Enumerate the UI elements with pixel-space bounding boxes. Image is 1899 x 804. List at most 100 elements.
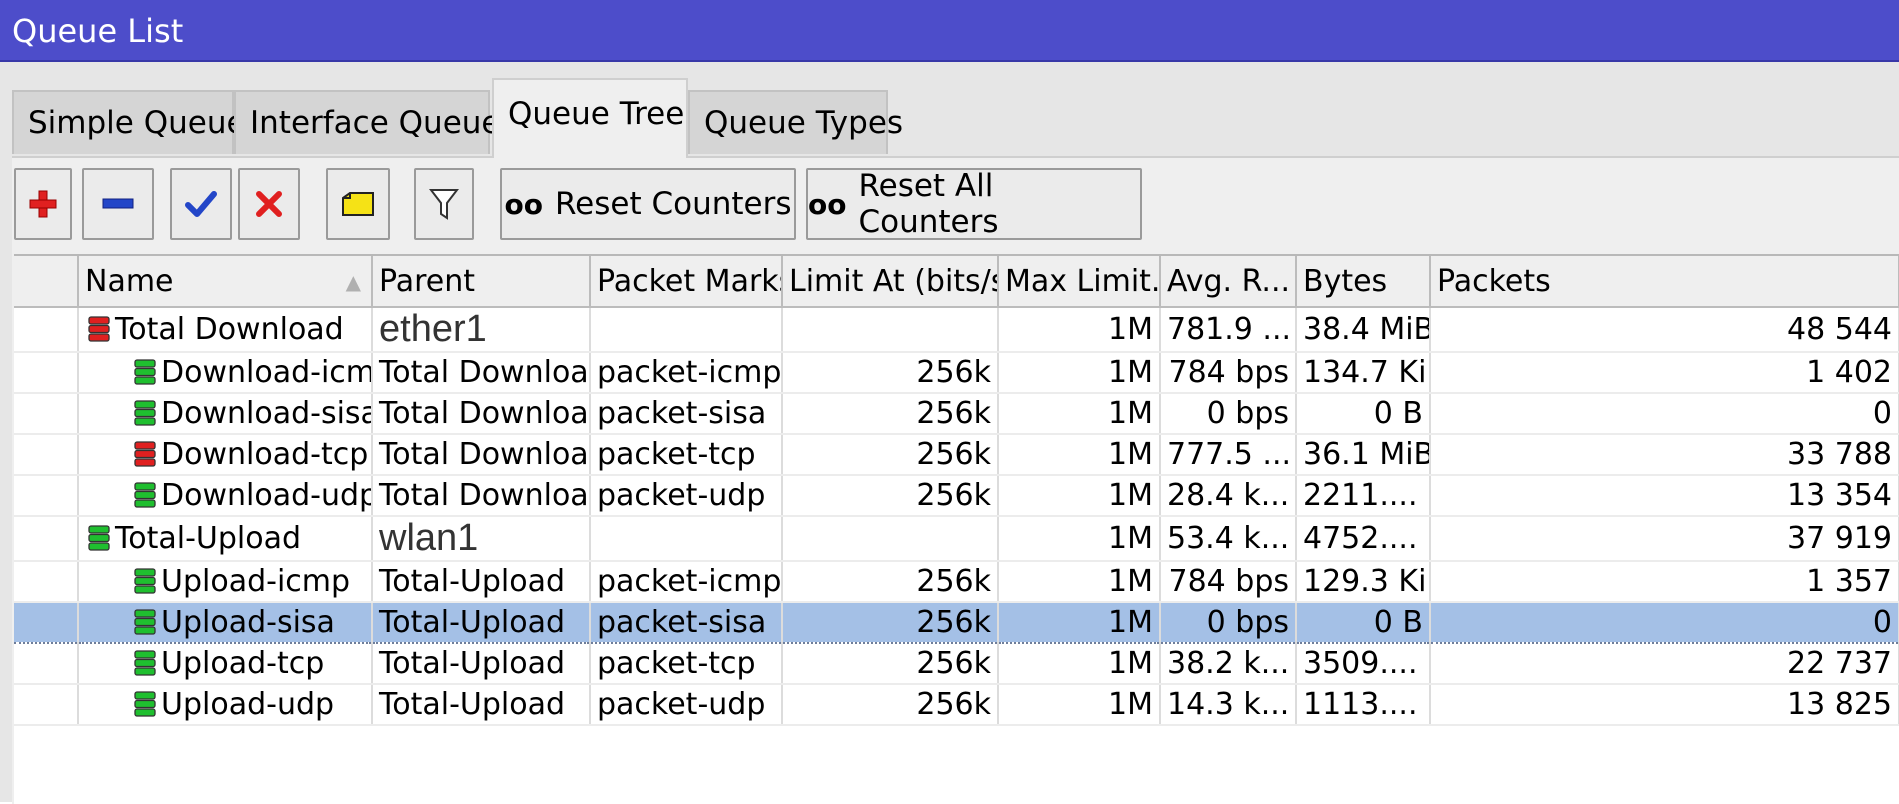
parent-cell: Total-Upload (372, 684, 591, 726)
column-header-name-label: Name (85, 263, 174, 299)
bytes-cell: 1113.... (1296, 684, 1431, 726)
table-row[interactable]: Download-tcp Total Download packet-tcp 256k… (14, 434, 1899, 476)
packets-cell: 37 919 (1430, 516, 1899, 562)
queue-name: Download-icmp (161, 355, 372, 390)
queue-green-icon (134, 400, 156, 426)
max-limit-cell: 1M (998, 475, 1161, 517)
bytes-cell: 38.4 MiB (1296, 307, 1431, 353)
queue-red-icon (134, 441, 156, 467)
name-cell: Upload-udp (78, 684, 373, 726)
column-header-bytes[interactable]: Bytes (1296, 256, 1431, 308)
avg-rate-cell: 28.4 k... (1160, 475, 1297, 517)
reset-counters-button[interactable]: oo Reset Counters (500, 168, 796, 240)
queue-tree-table: Name ▲ Parent Packet Marks Limit At (bits… (14, 254, 1899, 804)
row-flags-cell (14, 643, 79, 685)
bytes-cell: 3509.... (1296, 643, 1431, 685)
column-header-limit-at[interactable]: Limit At (bits/s) (782, 256, 999, 308)
limit-at-cell (782, 516, 999, 562)
tab-simple-queues[interactable]: Simple Queues (12, 90, 262, 154)
bytes-cell: 134.7 KiB (1296, 352, 1431, 394)
column-header-parent[interactable]: Parent (372, 256, 591, 308)
queue-green-icon (134, 609, 156, 635)
tab-queue-tree[interactable]: Queue Tree (492, 78, 688, 158)
packets-cell: 13 354 (1430, 475, 1899, 517)
table-row[interactable]: Upload-icmp Total-Upload packet-icmp 256k 1M… (14, 561, 1899, 603)
tab-queue-types[interactable]: Queue Types (688, 90, 903, 154)
avg-rate-cell: 777.5 ... (1160, 434, 1297, 476)
name-cell: Download-icmp (78, 352, 373, 394)
parent-cell: Total-Upload (372, 601, 591, 644)
queue-name: Upload-tcp (161, 646, 325, 681)
bytes-cell: 36.1 MiB (1296, 434, 1431, 476)
packets-cell: 33 788 (1430, 434, 1899, 476)
parent-cell: Total Download (372, 393, 591, 435)
comment-button[interactable] (326, 168, 390, 240)
limit-at-cell: 256k (782, 393, 999, 435)
avg-rate-cell: 38.2 k... (1160, 643, 1297, 685)
column-header-max-limit[interactable]: Max Limit... (998, 256, 1161, 308)
max-limit-cell: 1M (998, 516, 1161, 562)
row-flags-cell (14, 352, 79, 394)
row-flags-cell (14, 434, 79, 476)
queue-green-icon (134, 568, 156, 594)
packet-marks-cell: packet-udp (590, 684, 783, 726)
queue-red-icon (88, 316, 110, 342)
packet-marks-cell: packet-icmp (590, 352, 783, 394)
avg-rate-cell: 0 bps (1160, 393, 1297, 435)
table-row[interactable]: Download-sisa Total Download packet-sisa 25… (14, 393, 1899, 435)
window-title: Queue List (0, 0, 1899, 62)
queue-parent: Total-Upload (379, 687, 566, 722)
name-cell: Upload-tcp (78, 643, 373, 685)
parent-cell: ether1 (372, 307, 591, 353)
max-limit-cell: 1M (998, 434, 1161, 476)
column-header-flags[interactable] (14, 256, 79, 308)
column-header-packets[interactable]: Packets (1430, 256, 1899, 308)
row-flags-cell (14, 307, 79, 353)
packets-cell: 22 737 (1430, 643, 1899, 685)
bytes-cell: 0 B (1296, 393, 1431, 435)
name-cell: Total-Upload (78, 516, 373, 562)
name-cell: Download-tcp (78, 434, 373, 476)
max-limit-cell: 1M (998, 601, 1161, 644)
table-row[interactable]: Download-icmp Total Download packet-icmp 25… (14, 352, 1899, 394)
check-icon (185, 191, 217, 217)
column-header-avg-rate[interactable]: Avg. R... (1160, 256, 1297, 308)
table-row[interactable]: Upload-udp Total-Upload packet-udp 256k 1M 14… (14, 684, 1899, 726)
tab-interface-queues[interactable]: Interface Queues (234, 90, 517, 154)
packets-cell: 0 (1430, 393, 1899, 435)
table-row[interactable]: Upload-tcp Total-Upload packet-tcp 256k 1M 38… (14, 643, 1899, 685)
avg-rate-cell: 0 bps (1160, 601, 1297, 644)
reset-all-counters-label: Reset All Counters (858, 168, 999, 240)
avg-rate-cell: 784 bps (1160, 352, 1297, 394)
table-row[interactable]: Upload-sisa Total-Upload packet-sisa 256k 1M… (14, 601, 1899, 644)
name-cell: Download-sisa (78, 393, 373, 435)
plus-icon (29, 190, 57, 218)
avg-rate-cell: 14.3 k... (1160, 684, 1297, 726)
parent-cell: wlan1 (372, 516, 591, 562)
reset-all-counters-button[interactable]: oo Reset All Counters (806, 168, 1142, 240)
max-limit-cell: 1M (998, 352, 1161, 394)
parent-cell: Total-Upload (372, 643, 591, 685)
column-header-name[interactable]: Name ▲ (78, 256, 373, 308)
table-row[interactable]: Download-udp Total Download packet-udp 256k… (14, 475, 1899, 517)
queue-parent: Total Download (379, 396, 590, 431)
packets-cell: 13 825 (1430, 684, 1899, 726)
queue-green-icon (134, 359, 156, 385)
remove-button[interactable] (82, 168, 154, 240)
queue-parent: ether1 (379, 308, 487, 350)
disable-button[interactable] (238, 168, 300, 240)
queue-parent: Total Download (379, 437, 590, 472)
enable-button[interactable] (170, 168, 232, 240)
add-button[interactable] (14, 168, 72, 240)
sort-ascending-icon: ▲ (345, 270, 361, 294)
packet-marks-cell (590, 516, 783, 562)
column-header-packet-marks[interactable]: Packet Marks (590, 256, 783, 308)
counter-icon: oo (504, 187, 543, 221)
bytes-cell: 2211.... (1296, 475, 1431, 517)
table-row[interactable]: Total Download ether1 1M 781.9 ... 38.4 MiB 4… (14, 307, 1899, 353)
limit-at-cell: 256k (782, 684, 999, 726)
queue-name: Upload-sisa (161, 605, 335, 640)
filter-funnel-icon (429, 189, 459, 220)
filter-button[interactable] (414, 168, 474, 240)
table-row[interactable]: Total-Upload wlan1 1M 53.4 k... 4752.... 37 9… (14, 516, 1899, 562)
